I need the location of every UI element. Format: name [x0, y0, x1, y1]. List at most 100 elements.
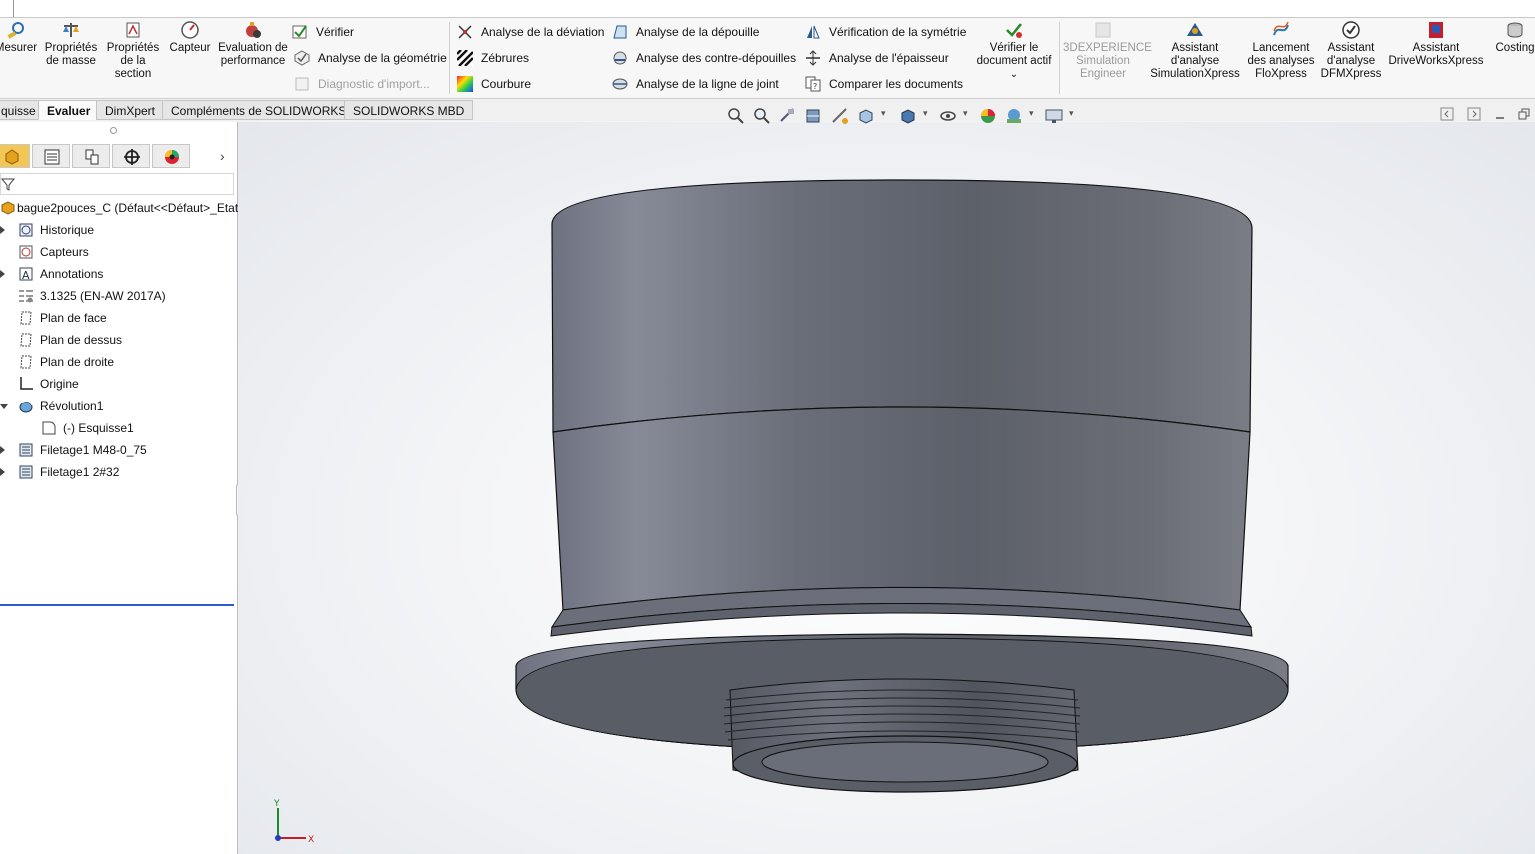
tab-solidworks-addins[interactable]: Compléments de SOLIDWORKS	[162, 100, 356, 120]
hide-show-items-icon[interactable]	[938, 106, 958, 126]
tab-property-manager[interactable]	[32, 144, 70, 168]
axis-triad: Y X	[273, 799, 314, 845]
svg-text:A: A	[22, 269, 30, 282]
next-pane-icon[interactable]	[1467, 107, 1481, 121]
tab-configuration-manager[interactable]	[72, 144, 110, 168]
undercut-analysis-button[interactable]: Analyse des contre-dépouilles	[612, 48, 796, 68]
driveworksxpress-button[interactable]: Assistant DriveWorksXpress	[1386, 20, 1486, 68]
3dexperience-icon	[1095, 22, 1111, 38]
verify-button[interactable]: Vérifier	[292, 22, 354, 42]
ribbon-separator	[1059, 22, 1060, 94]
tab-solidworks-mbd[interactable]: SOLIDWORKS MBD	[344, 100, 474, 120]
symmetry-icon	[807, 25, 820, 39]
curvature-button[interactable]: Courbure	[457, 74, 531, 94]
deviation-analysis-button[interactable]: Analyse de la déviation	[457, 22, 604, 42]
section-properties-icon	[126, 22, 140, 38]
zoom-to-area-icon[interactable]	[752, 106, 772, 126]
sensor-icon	[181, 21, 199, 39]
chevron-down-icon[interactable]: ▾	[1029, 108, 1034, 119]
collapsed-arrow-icon[interactable]	[0, 468, 5, 476]
section-view-icon[interactable]	[804, 106, 824, 126]
deviation-icon	[458, 25, 472, 39]
view-orientation-icon[interactable]	[856, 106, 876, 126]
measure-button[interactable]: Mesurer	[0, 20, 38, 55]
costing-button[interactable]: Costing	[1490, 20, 1535, 55]
mass-properties-button[interactable]: Propriétés de masse	[44, 20, 98, 68]
expanded-arrow-icon[interactable]	[0, 404, 8, 409]
tab-display-manager[interactable]	[152, 144, 190, 168]
compare-icon: ?	[805, 76, 821, 92]
tree-item-label: Plan de dessus	[40, 333, 123, 347]
measure-icon	[7, 22, 24, 39]
import-diagnostic-button[interactable]: Diagnostic d'import...	[294, 74, 430, 94]
section-properties-button[interactable]: Propriétés de la section	[104, 20, 162, 81]
parting-line-analysis-button[interactable]: Analyse de la ligne de joint	[612, 74, 779, 94]
floxpress-button[interactable]: Lancement des analyses FloXpress	[1246, 20, 1316, 81]
chevron-down-icon[interactable]: ▾	[1069, 108, 1074, 119]
panel-tabs: ›	[0, 144, 237, 170]
tab-feature-manager[interactable]	[0, 144, 30, 168]
feature-manager-icon	[5, 149, 19, 165]
compare-documents-button[interactable]: ? Comparer les documents	[805, 74, 963, 94]
tab-dimxpert[interactable]: DimXpert	[96, 100, 165, 120]
zebra-stripes-button[interactable]: Zébrures	[457, 48, 529, 68]
part-model[interactable]	[238, 122, 1535, 854]
minimize-icon[interactable]	[1493, 107, 1507, 121]
panel-grip[interactable]	[110, 127, 117, 134]
part-icon	[1, 201, 15, 215]
chevron-down-icon[interactable]: ▾	[881, 108, 886, 119]
view-settings-icon[interactable]	[1044, 106, 1064, 126]
tree-item-label: Plan de droite	[40, 355, 115, 369]
costing-icon	[1507, 22, 1523, 38]
dynamic-annotation-icon[interactable]	[830, 106, 850, 126]
edit-appearance-icon[interactable]	[978, 106, 998, 126]
verify-active-document-button[interactable]: Vérifier le document actif ⌄	[972, 20, 1056, 81]
display-style-icon[interactable]	[898, 106, 918, 126]
tab-dimxpert-manager[interactable]	[112, 144, 150, 168]
curvature-icon	[457, 76, 473, 92]
tab-evaluate[interactable]: Evaluer	[38, 100, 100, 120]
simulationxpress-button[interactable]: Assistant d'analyse SimulationXpress	[1148, 20, 1242, 81]
previous-view-icon[interactable]	[778, 106, 798, 126]
previous-pane-icon[interactable]	[1440, 107, 1454, 121]
restore-icon[interactable]	[1517, 107, 1531, 121]
dfmxpress-button[interactable]: Assistant d'analyse DFMXpress	[1320, 20, 1382, 81]
chevron-down-icon[interactable]: ▾	[963, 108, 968, 119]
chevron-right-icon[interactable]: ›	[220, 148, 225, 164]
apply-scene-icon[interactable]	[1004, 106, 1024, 126]
collapsed-arrow-icon[interactable]	[0, 226, 5, 234]
zoom-to-fit-icon[interactable]	[726, 106, 746, 126]
geometry-analysis-button[interactable]: Analyse de la géométrie	[294, 48, 447, 68]
sensor-button[interactable]: Capteur	[166, 20, 214, 55]
feature-manager-panel: › bague2pouces_C (Défaut<<Défaut>_Etat H…	[0, 122, 238, 854]
chevron-down-icon[interactable]: ⌄	[1010, 69, 1018, 80]
thickness-icon	[806, 50, 820, 66]
ribbon-separator	[449, 22, 450, 94]
x-axis-label: X	[308, 835, 314, 845]
collapsed-arrow-icon[interactable]	[0, 270, 5, 278]
tree-item-label: Capteurs	[40, 245, 89, 259]
collapsed-arrow-icon[interactable]	[0, 446, 5, 454]
plane-icon	[20, 333, 32, 347]
3dexperience-simulation-button[interactable]: 3DEXPERIENCE Simulation Engineer	[1063, 20, 1152, 81]
sensor-folder-icon	[19, 245, 33, 259]
graphics-area[interactable]: Y X	[238, 122, 1535, 854]
tree-item-label: Historique	[40, 223, 95, 237]
rollback-bar[interactable]	[0, 604, 234, 606]
floxpress-icon	[1273, 21, 1289, 36]
draft-analysis-button[interactable]: Analyse de la dépouille	[612, 22, 759, 42]
property-manager-icon	[44, 149, 60, 165]
plane-icon	[20, 311, 32, 325]
chevron-down-icon[interactable]: ▾	[923, 108, 928, 119]
svg-text:?: ?	[813, 82, 817, 91]
tree-filter[interactable]	[0, 173, 234, 195]
symmetry-check-button[interactable]: Vérification de la symétrie	[805, 22, 966, 42]
history-icon	[19, 223, 33, 237]
sketch-icon	[42, 421, 56, 435]
thickness-analysis-button[interactable]: Analyse de l'épaisseur	[805, 48, 949, 68]
performance-icon	[246, 22, 261, 38]
command-manager-ribbon: Mesurer Propriétés de masse Propriétés d…	[0, 18, 1535, 99]
import-diagnostic-icon	[295, 77, 309, 91]
performance-evaluation-button[interactable]: Evaluation de performance	[218, 20, 288, 68]
thread-icon	[19, 443, 33, 457]
